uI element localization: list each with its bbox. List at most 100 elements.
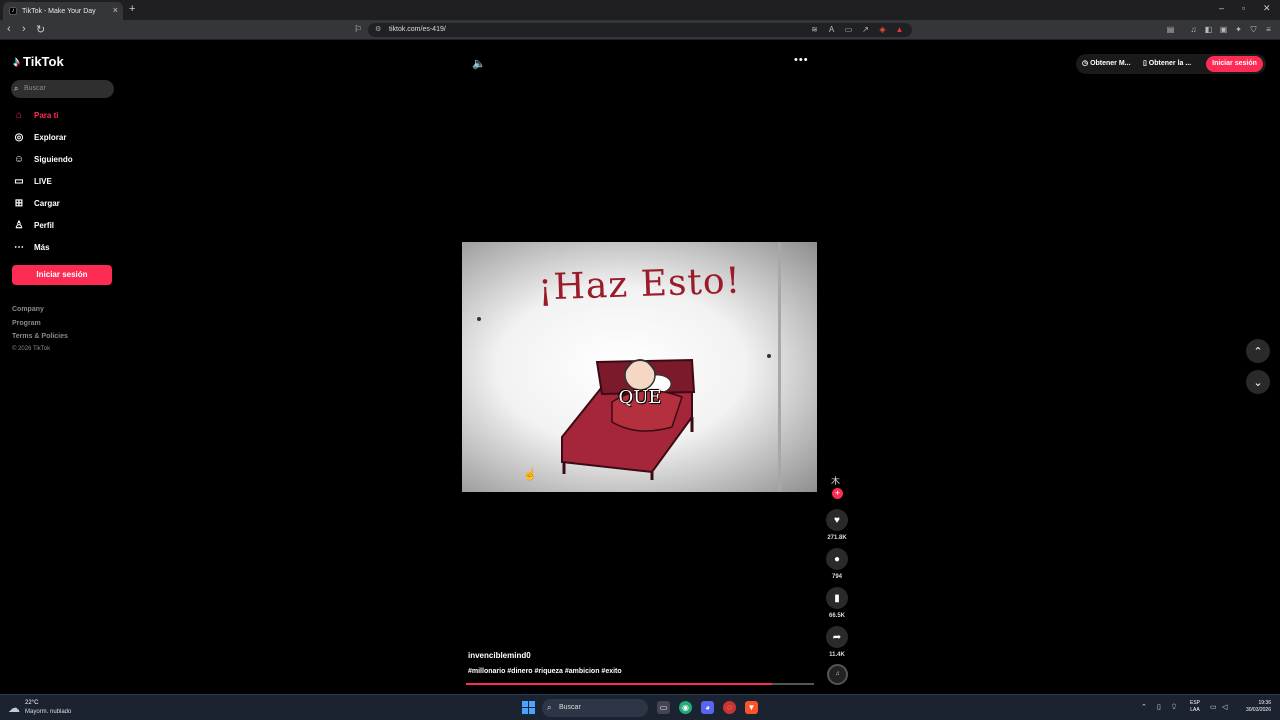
tab-close-icon[interactable]: × — [113, 5, 118, 15]
browser-tab[interactable]: ♪ TikTok - Make Your Day × — [3, 2, 123, 20]
brave-shield-icon[interactable]: ◈ — [878, 25, 887, 34]
search-input[interactable]: ⌕ Buscar — [11, 80, 114, 98]
previous-video-button[interactable]: ⌃ — [1246, 339, 1270, 363]
minimize-icon[interactable]: – — [1219, 3, 1224, 13]
video-more-options-icon[interactable]: ••• — [794, 54, 809, 66]
sidebar-item-label: Perfil — [34, 220, 55, 230]
start-button[interactable] — [522, 701, 535, 714]
url-text: tiktok.com/es-419/ — [389, 26, 446, 33]
reload-icon[interactable]: ↻ — [36, 23, 45, 36]
sidebar-toggle-icon[interactable]: ▤ — [1166, 25, 1175, 34]
get-mobile-app-link[interactable]: ▯ Obtener la ... — [1143, 59, 1191, 67]
forward-icon[interactable]: › — [22, 23, 26, 35]
browser-tabbar: ♪ TikTok - Make Your Day × + – ▫ ✕ — [0, 0, 1280, 20]
share-button[interactable]: ➦ — [826, 626, 848, 648]
header-actions: ◷ Obtener M... ▯ Obtener la ... Iniciar … — [1076, 54, 1266, 74]
sidebar-item-label: LIVE — [34, 176, 52, 186]
creator-avatar-icon[interactable]: ⽊ — [831, 474, 840, 487]
os-taskbar: ☁ 22°C Mayorm. nublado ⌕ Buscar ▭ ◉ ◕ ◌ … — [0, 694, 1280, 720]
video-hashtags[interactable]: #millonario #dinero #riqueza #ambicion #… — [468, 668, 622, 675]
sidebar-item-perfil[interactable]: ♙ Perfil — [13, 217, 55, 233]
brave-icon[interactable]: ▼ — [745, 701, 758, 714]
wallet-icon[interactable]: ▣ — [1219, 25, 1228, 34]
get-desktop-app-link[interactable]: ◷ Obtener M... — [1082, 59, 1131, 67]
back-icon[interactable]: ‹ — [7, 23, 11, 35]
sidebar-login-button[interactable]: Iniciar sesión — [12, 265, 112, 285]
chevron-down-icon: ⌄ — [1253, 376, 1263, 389]
media-icon[interactable]: ♫ — [1189, 25, 1198, 34]
video-progress-bar[interactable] — [466, 683, 814, 685]
chrome-icon[interactable]: ◉ — [679, 701, 692, 714]
copyright-text: © 2026 TikTok — [12, 346, 51, 352]
tiktok-logo[interactable]: ♪ TikTok — [13, 53, 64, 69]
cast-icon[interactable]: ▭ — [844, 25, 853, 34]
volume-tray-icon[interactable]: ◁ — [1222, 703, 1227, 711]
upload-icon: ⊞ — [14, 197, 24, 209]
sidebar-item-siguiendo[interactable]: ☺ Siguiendo — [13, 151, 73, 167]
panel-icon[interactable]: ◧ — [1204, 25, 1213, 34]
footer-link-company[interactable]: Company — [12, 306, 44, 313]
mic-icon[interactable]: ⍜ — [1172, 703, 1176, 711]
new-tab-button[interactable]: + — [129, 3, 135, 15]
sidebar-item-live[interactable]: ▭ LIVE — [13, 173, 52, 189]
video-spot — [767, 354, 771, 358]
task-view-icon[interactable]: ▭ — [657, 701, 670, 714]
tray-chevron-icon[interactable]: ⌃ — [1141, 703, 1147, 711]
sidebar-item-para-ti[interactable]: ⌂ Para ti — [13, 107, 59, 123]
discord-icon[interactable]: ◕ — [701, 701, 714, 714]
site-info-icon[interactable]: ⚙ — [375, 23, 381, 37]
sidebar-item-explorar[interactable]: ◎ Explorar — [13, 129, 67, 145]
sidebar-item-mas[interactable]: ⋯ Más — [13, 239, 50, 255]
cloud-icon[interactable]: ☁ — [8, 701, 20, 715]
save-count: 66.5K — [828, 613, 845, 619]
translate-icon[interactable]: A — [827, 25, 836, 34]
weather-temperature[interactable]: 22°C — [25, 700, 38, 706]
logo-text: TikTok — [23, 53, 64, 69]
taskbar-search[interactable]: ⌕ Buscar — [542, 699, 648, 717]
save-button[interactable]: ▮ — [826, 587, 848, 609]
next-video-button[interactable]: ⌄ — [1246, 370, 1270, 394]
comment-button[interactable]: ● — [826, 548, 848, 570]
reader-icon[interactable]: ≋ — [810, 25, 819, 34]
bookmark-icon: ▮ — [834, 592, 840, 604]
header-login-button[interactable]: Iniciar sesión — [1206, 56, 1263, 72]
sidebar-item-label: Cargar — [34, 198, 60, 208]
window-close-icon[interactable]: ✕ — [1263, 3, 1271, 14]
battery-icon[interactable]: ▯ — [1157, 703, 1161, 711]
share-page-icon[interactable]: ↗ — [861, 25, 870, 34]
follow-button[interactable]: + — [832, 488, 843, 499]
following-icon: ☺ — [13, 153, 25, 165]
volume-icon[interactable]: 🔈 — [472, 57, 486, 70]
footer-link-terms[interactable]: Terms & Policies — [12, 333, 68, 340]
video-player[interactable]: ¡Haz Esto! QUE — [462, 242, 817, 492]
search-icon: ⌕ — [547, 703, 552, 712]
network-icon[interactable]: ▭ — [1210, 703, 1217, 711]
rewards-icon[interactable]: ▲ — [895, 25, 904, 34]
weather-description[interactable]: Mayorm. nublado — [25, 709, 71, 715]
footer-link-program[interactable]: Program — [12, 320, 41, 327]
vpn-icon[interactable]: ⛉ — [1249, 25, 1258, 34]
language-indicator[interactable]: ESP LAA — [1190, 700, 1200, 714]
video-wall-stripe — [778, 242, 781, 492]
video-caption: QUE — [618, 387, 662, 408]
like-button[interactable]: ♥ — [826, 509, 848, 531]
system-clock[interactable]: 19:36 30/03/2026 — [1237, 700, 1271, 714]
maximize-icon[interactable]: ▫ — [1242, 3, 1245, 13]
compass-icon: ◎ — [14, 131, 24, 143]
profile-icon: ♙ — [14, 219, 24, 231]
clock-date: 30/03/2026 — [1245, 707, 1271, 713]
like-count: 271.8K — [827, 535, 847, 541]
sidebar-item-label: Siguiendo — [34, 154, 73, 164]
heart-icon: ♥ — [834, 514, 840, 526]
chevron-up-icon: ⌃ — [1253, 345, 1263, 358]
sidebar-item-cargar[interactable]: ⊞ Cargar — [13, 195, 60, 211]
hand-cursor-icon: ☝ — [523, 469, 537, 481]
video-author[interactable]: invenciblemind0 — [468, 651, 531, 660]
bookmark-icon[interactable]: ⚐ — [354, 24, 362, 35]
app-icon[interactable]: ◌ — [723, 701, 736, 714]
search-placeholder: Buscar — [24, 85, 46, 92]
music-disc-icon[interactable]: ♫ — [827, 664, 848, 685]
leo-icon[interactable]: ✦ — [1234, 25, 1243, 34]
menu-icon[interactable]: ≡ — [1264, 25, 1273, 34]
live-icon: ▭ — [14, 175, 24, 187]
